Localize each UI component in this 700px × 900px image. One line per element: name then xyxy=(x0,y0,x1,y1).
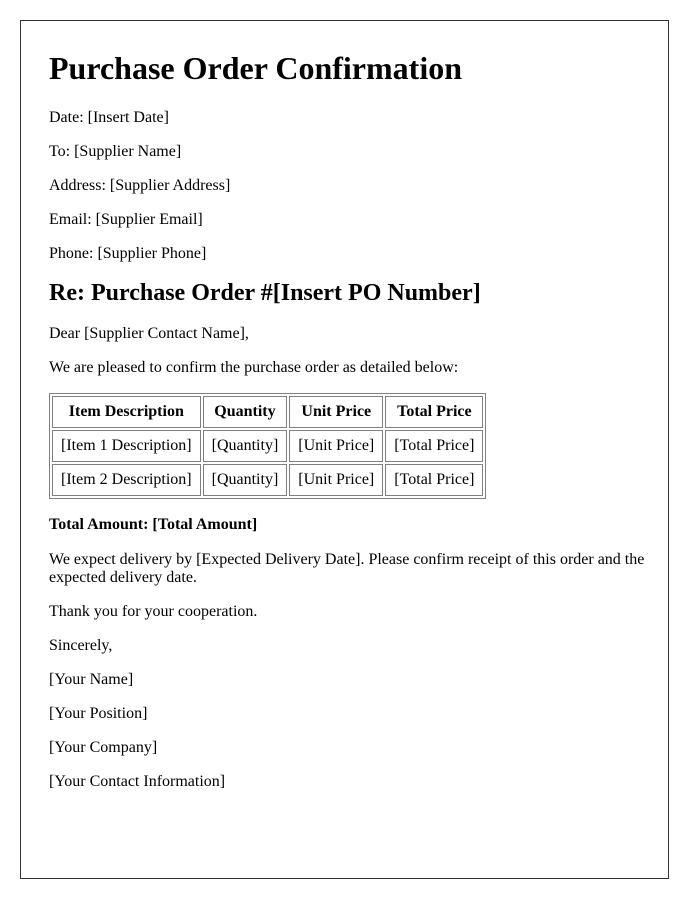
header-total-price: Total Price xyxy=(385,396,484,428)
delivery-text: We expect delivery by [Expected Delivery… xyxy=(49,551,645,586)
signature-name: [Your Name] xyxy=(49,671,134,688)
closing-text: Sincerely, xyxy=(49,637,113,654)
header-item-description: Item Description xyxy=(52,396,201,428)
signature-company: [Your Company] xyxy=(49,739,158,756)
thanks-text: Thank you for your cooperation. xyxy=(49,603,258,620)
cell-total-price: [Total Price] xyxy=(385,464,484,496)
intro-text: We are pleased to confirm the purchase o… xyxy=(49,359,459,376)
table-header-row: Item Description Quantity Unit Price Tot… xyxy=(52,396,484,428)
cell-item-description: [Item 2 Description] xyxy=(52,464,201,496)
address-line: Address: [Supplier Address] xyxy=(49,177,231,194)
salutation: Dear [Supplier Contact Name], xyxy=(49,325,249,342)
recipient-info: Date: [Insert Date] To: [Supplier Name] … xyxy=(49,109,648,263)
subject-heading: Re: Purchase Order #[Insert PO Number] xyxy=(49,280,481,306)
email-line: Email: [Supplier Email] xyxy=(49,211,203,228)
cell-total-price: [Total Price] xyxy=(385,430,484,462)
signature-contact: [Your Contact Information] xyxy=(49,773,226,790)
letter-page: Purchase Order Confirmation Date: [Inser… xyxy=(20,20,669,879)
total-amount: Total Amount: [Total Amount] xyxy=(49,516,258,533)
order-items-table: Item Description Quantity Unit Price Tot… xyxy=(49,393,487,499)
cell-unit-price: [Unit Price] xyxy=(289,430,384,462)
table-row: [Item 2 Description] [Quantity] [Unit Pr… xyxy=(52,464,484,496)
date-line: Date: [Insert Date] xyxy=(49,109,169,126)
to-line: To: [Supplier Name] xyxy=(49,143,182,160)
cell-unit-price: [Unit Price] xyxy=(289,464,384,496)
header-unit-price: Unit Price xyxy=(289,396,384,428)
cell-item-description: [Item 1 Description] xyxy=(52,430,201,462)
signature-position: [Your Position] xyxy=(49,705,148,722)
cell-quantity: [Quantity] xyxy=(202,430,288,462)
cell-quantity: [Quantity] xyxy=(202,464,288,496)
page-title: Purchase Order Confirmation xyxy=(49,50,462,86)
header-quantity: Quantity xyxy=(202,396,288,428)
table-row: [Item 1 Description] [Quantity] [Unit Pr… xyxy=(52,430,484,462)
phone-line: Phone: [Supplier Phone] xyxy=(49,245,207,262)
